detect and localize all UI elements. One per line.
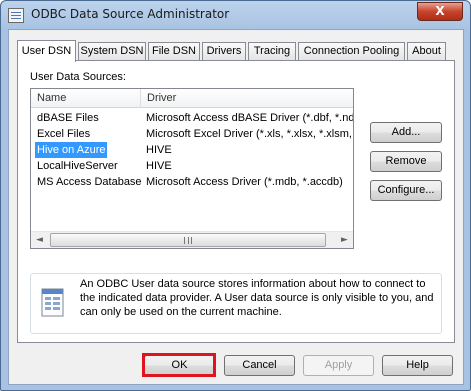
data-sources-list[interactable]: Name Driver dBASE Files Microsoft Access…: [30, 88, 354, 249]
title-bar[interactable]: ODBC Data Source Administrator X: [1, 1, 470, 29]
column-header-driver[interactable]: Driver: [141, 89, 353, 108]
help-button[interactable]: Help: [382, 355, 453, 376]
row-name: Excel Files: [37, 128, 91, 140]
grip-icon: [184, 237, 192, 244]
column-header-name[interactable]: Name: [31, 89, 141, 108]
tab-file-dsn[interactable]: File DSN: [148, 42, 200, 61]
row-driver: Microsoft Access Driver (*.mdb, *.accdb): [146, 176, 343, 188]
scroll-thumb[interactable]: [50, 233, 326, 247]
configure-button[interactable]: Configure...: [370, 180, 442, 201]
info-description: An ODBC User data source stores informat…: [80, 278, 434, 318]
row-name: Hive on Azure: [35, 142, 108, 158]
tab-strip: User DSN System DSN File DSN Drivers Tra…: [17, 40, 447, 62]
row-driver: Microsoft Access dBASE Driver (*.dbf, *.…: [146, 112, 353, 124]
user-data-sources-label: User Data Sources:: [30, 71, 126, 83]
odbc-admin-window: ODBC Data Source Administrator X User DS…: [0, 0, 471, 391]
row-name: dBASE Files: [37, 112, 99, 124]
tab-drivers[interactable]: Drivers: [202, 42, 246, 61]
user-dsn-panel: User Data Sources: Name Driver dBASE Fil…: [17, 60, 455, 343]
list-row-selected[interactable]: Hive on Azure HIVE: [31, 142, 353, 158]
tab-system-dsn[interactable]: System DSN: [78, 42, 146, 61]
row-driver: Microsoft Excel Driver (*.xls, *.xlsx, *…: [146, 128, 353, 140]
tab-user-dsn[interactable]: User DSN: [17, 40, 76, 62]
apply-button[interactable]: Apply: [303, 355, 374, 376]
odbc-app-icon: [8, 8, 24, 23]
data-source-info-icon: [41, 288, 64, 317]
row-driver: HIVE: [146, 144, 172, 156]
horizontal-scrollbar[interactable]: ◄ ►: [31, 231, 353, 248]
list-header: Name Driver: [31, 89, 353, 108]
window-title: ODBC Data Source Administrator: [31, 7, 230, 21]
row-driver: HIVE: [146, 160, 172, 172]
ok-highlight-box: [142, 353, 216, 377]
list-row[interactable]: LocalHiveServer HIVE: [31, 158, 353, 174]
remove-button[interactable]: Remove: [370, 151, 442, 172]
add-button[interactable]: Add...: [370, 122, 442, 143]
close-button[interactable]: X: [417, 2, 463, 21]
cancel-button[interactable]: Cancel: [224, 355, 295, 376]
tab-connection-pooling[interactable]: Connection Pooling: [298, 42, 405, 61]
row-name: MS Access Database: [37, 176, 142, 188]
tab-about[interactable]: About: [407, 42, 446, 61]
scroll-right-icon[interactable]: ►: [336, 232, 353, 248]
tab-tracing[interactable]: Tracing: [248, 42, 296, 61]
dialog-client-area: User DSN System DSN File DSN Drivers Tra…: [8, 29, 464, 385]
list-row[interactable]: dBASE Files Microsoft Access dBASE Drive…: [31, 110, 353, 126]
list-row[interactable]: Excel Files Microsoft Excel Driver (*.xl…: [31, 126, 353, 142]
row-name: LocalHiveServer: [37, 160, 118, 172]
info-box: An ODBC User data source stores informat…: [30, 273, 442, 334]
list-row[interactable]: MS Access Database Microsoft Access Driv…: [31, 174, 353, 190]
scroll-left-icon[interactable]: ◄: [31, 232, 48, 248]
